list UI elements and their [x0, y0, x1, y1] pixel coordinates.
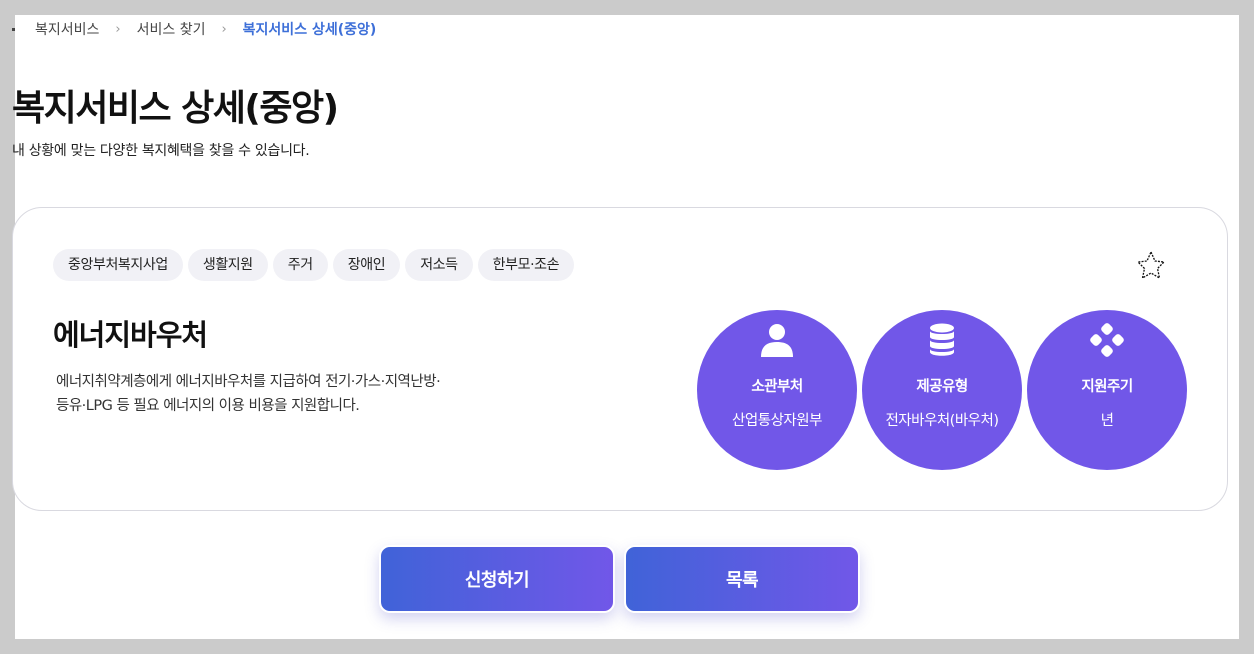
chevron-right-icon: ›: [221, 21, 227, 37]
cycle-icon: [1090, 323, 1124, 357]
person-icon: [761, 324, 793, 357]
tag: 저소득: [405, 249, 473, 281]
tag: 중앙부처복지사업: [53, 249, 183, 281]
info-label: 제공유형: [916, 379, 968, 395]
info-label: 소관부처: [751, 379, 803, 395]
chevron-right-icon: ›: [115, 21, 121, 37]
list-button[interactable]: 목록: [624, 545, 860, 613]
service-info-list: 소관부처 산업통상자원부 제공유형 전자바우처(바우처) 지원주기 년: [697, 310, 1187, 470]
breadcrumb-item-welfare[interactable]: 복지서비스: [35, 19, 99, 39]
breadcrumb-current: 복지서비스 상세(중앙): [242, 22, 377, 38]
apply-button[interactable]: 신청하기: [379, 545, 615, 613]
breadcrumb-item-find-service[interactable]: 서비스 찾기: [137, 19, 206, 39]
info-value: 전자바우처(바우처): [885, 413, 999, 429]
info-circle-provision-type: 제공유형 전자바우처(바우처): [862, 310, 1022, 470]
star-icon[interactable]: [1136, 250, 1166, 280]
service-description: 에너지취약계층에게 에너지바우처를 지급하여 전기·가스·지역난방·등유·LPG…: [56, 374, 441, 414]
tag: 생활지원: [187, 249, 268, 281]
tag-list: 중앙부처복지사업 생활지원 주거 장애인 저소득 한부모·조손: [53, 249, 575, 281]
info-value: 년: [1100, 413, 1114, 429]
info-circle-support-cycle: 지원주기 년: [1027, 310, 1187, 470]
database-icon: [930, 323, 954, 356]
page: 복지서비스 › 서비스 찾기 › 복지서비스 상세(중앙) 복지서비스 상세(중…: [12, 15, 1239, 639]
breadcrumb: 복지서비스 › 서비스 찾기 › 복지서비스 상세(중앙): [12, 19, 376, 39]
tag: 한부모·조손: [477, 249, 575, 281]
page-subtitle: 내 상황에 맞는 다양한 복지혜택을 찾을 수 있습니다.: [12, 143, 310, 159]
info-value: 산업통상자원부: [732, 413, 822, 429]
info-label: 지원주기: [1081, 379, 1133, 395]
page-title: 복지서비스 상세(중앙): [12, 88, 339, 129]
service-card: 중앙부처복지사업 생활지원 주거 장애인 저소득 한부모·조손 에너지바우처 에…: [12, 207, 1228, 511]
tag: 주거: [272, 249, 328, 281]
info-circle-department: 소관부처 산업통상자원부: [697, 310, 857, 470]
tag: 장애인: [332, 249, 401, 281]
service-title: 에너지바우처: [53, 318, 208, 352]
breadcrumb-bullet: [12, 27, 15, 31]
